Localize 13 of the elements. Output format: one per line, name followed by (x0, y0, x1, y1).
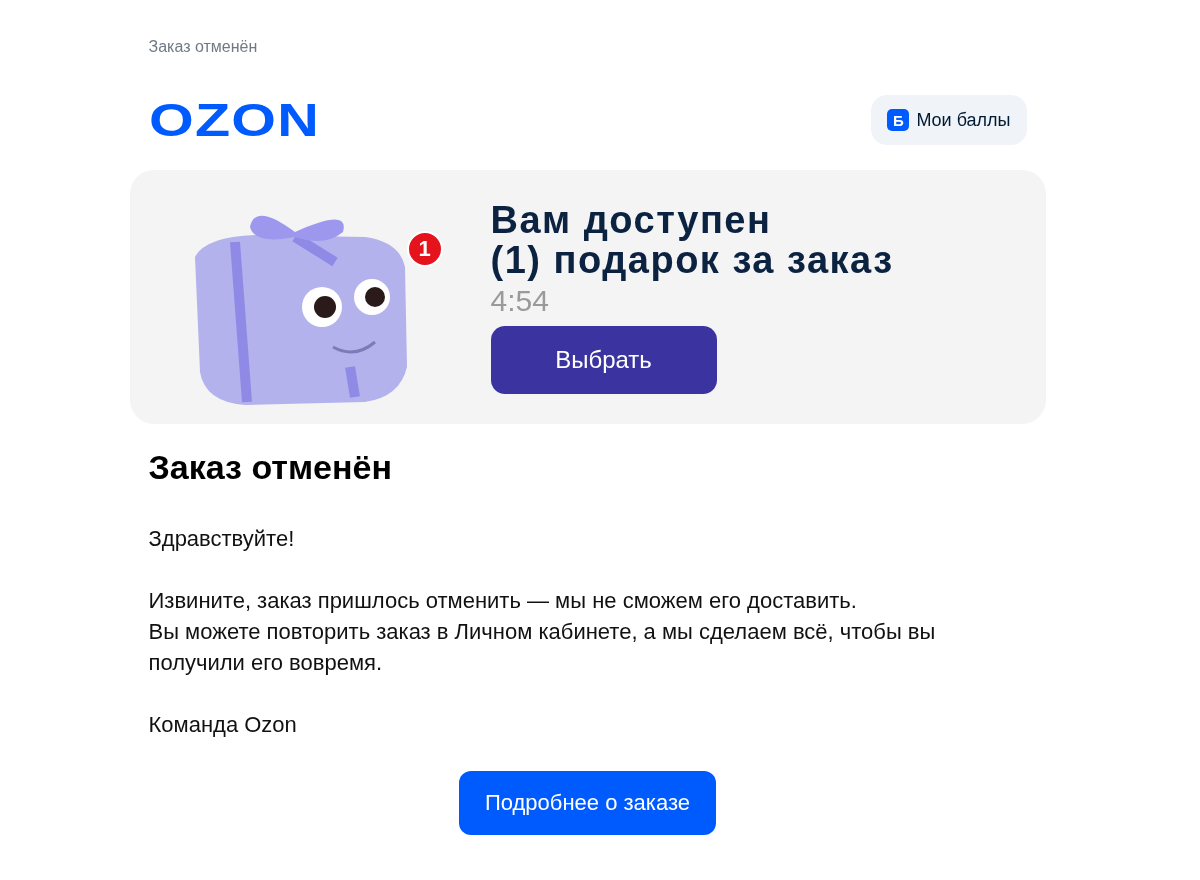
order-details-button[interactable]: Подробнее о заказе (458, 771, 716, 835)
countdown-timer: 4:54 (490, 284, 550, 318)
body-paragraph: Команда Ozon (148, 711, 298, 739)
page-title: Заказ отменён (148, 448, 393, 487)
body-paragraph: Извините, заказ пришлось отменить — мы не сможем его доставить. Вы можете повторить заказ в Личном кабинете, а мы сделаем всё, чтобы вы получили его вовремя. (148, 587, 937, 677)
logo[interactable]: OZON (148, 93, 320, 147)
choose-button[interactable]: Выбрать (490, 326, 717, 394)
body-paragraph: Здравствуйте! (148, 525, 296, 553)
preheader-text: Заказ отменён (148, 38, 259, 56)
promo-title: Вам доступен (1) подарок за заказ (490, 200, 894, 280)
notification-badge: 1 (406, 231, 443, 267)
points-button[interactable]: Б Мои баллы (871, 95, 1027, 145)
points-icon: Б (887, 109, 910, 131)
